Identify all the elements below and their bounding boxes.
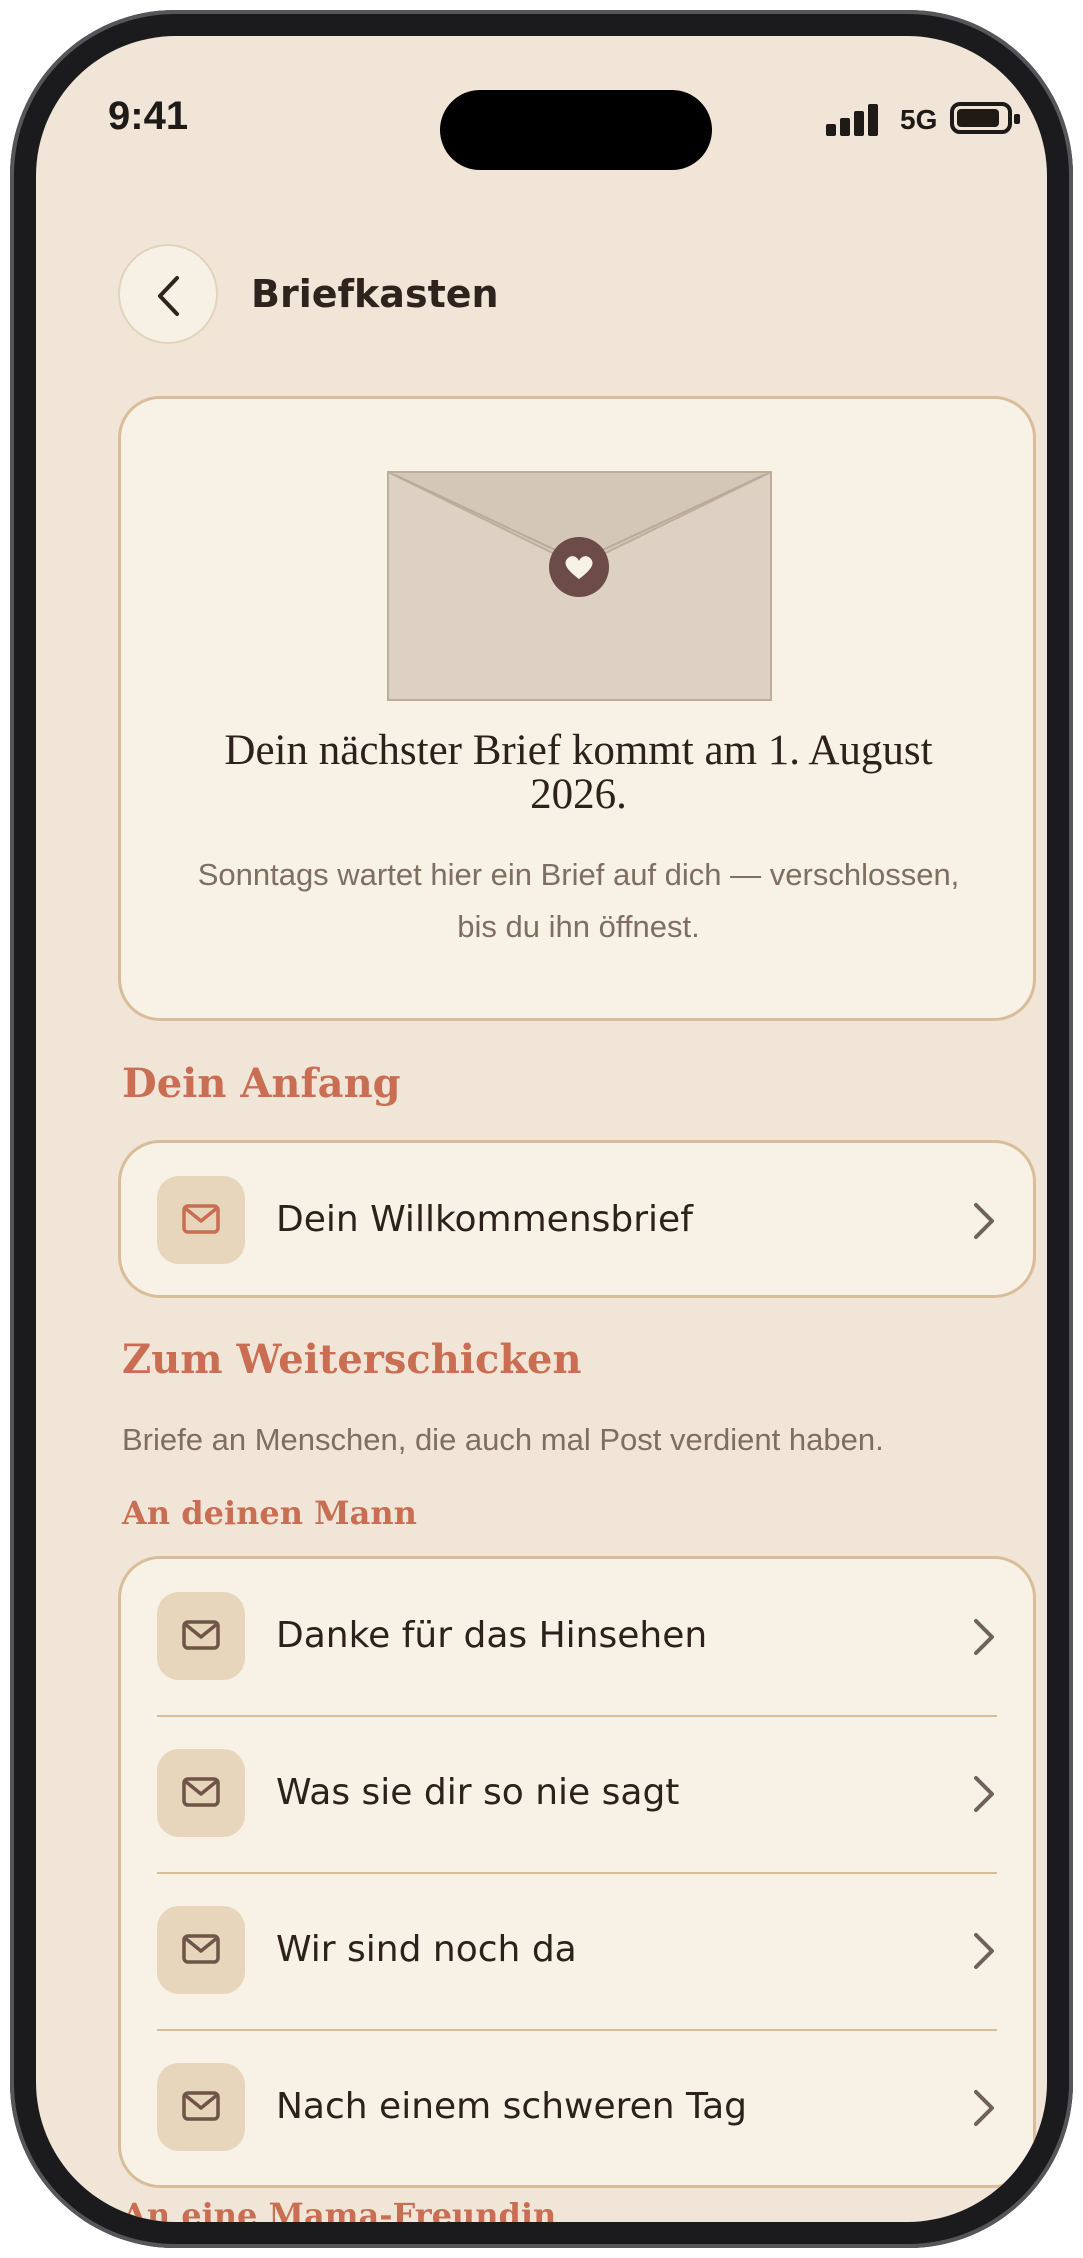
chevron-left-icon — [158, 276, 179, 316]
app-screen: 9:41 5G Briefkasten Dein nächster Brief … — [36, 36, 1047, 2222]
chevron-right-icon — [974, 1776, 994, 1812]
group-title-husband: An deinen Mann — [122, 1494, 417, 1532]
envelope-icon — [157, 1176, 245, 1264]
letter-title: Wir sind noch da — [276, 1929, 577, 1970]
status-time: 9:41 — [108, 94, 189, 138]
group-title-mama-friend: An eine Mama-Freundin — [122, 2196, 557, 2222]
chevron-right-icon — [974, 1203, 994, 1239]
phone-frame: 9:41 5G Briefkasten Dein nächster Brief … — [10, 10, 1073, 2248]
start-card: Dein Willkommensbrief — [118, 1140, 1036, 1298]
chevron-right-icon — [974, 1619, 994, 1655]
husband-letters-card: Danke für das Hinsehen Was sie dir so ni… — [118, 1556, 1036, 2188]
dynamic-island — [440, 90, 712, 170]
envelope-icon — [157, 1592, 245, 1680]
page-title: Briefkasten — [251, 272, 499, 316]
next-letter-card: Dein nächster Brief kommt am 1. August 2… — [118, 396, 1036, 1021]
sealed-envelope-illustration — [387, 471, 772, 701]
battery-icon — [950, 102, 1020, 134]
section-title-forward: Zum Weiterschicken — [122, 1336, 582, 1383]
letter-title: Was sie dir so nie sagt — [276, 1772, 680, 1813]
letter-title: Danke für das Hinsehen — [276, 1615, 708, 1656]
next-letter-date: Dein nächster Brief kommt am 1. August 2… — [224, 727, 933, 818]
heart-seal-icon — [549, 537, 609, 597]
envelope-icon — [157, 1749, 245, 1837]
signal-icon — [826, 104, 882, 136]
letter-row[interactable]: Was sie dir so nie sagt — [121, 1716, 1033, 1873]
section-title-start: Dein Anfang — [122, 1060, 401, 1107]
letter-row-welcome[interactable]: Dein Willkommensbrief — [121, 1143, 1033, 1300]
chevron-right-icon — [974, 1933, 994, 1969]
envelope-icon — [157, 2063, 245, 2151]
back-button[interactable] — [118, 244, 218, 344]
letter-title: Nach einem schweren Tag — [276, 2086, 747, 2127]
letter-row[interactable]: Wir sind noch da — [121, 1873, 1033, 2030]
envelope-icon — [157, 1906, 245, 1994]
letter-row[interactable]: Danke für das Hinsehen — [121, 1559, 1033, 1716]
network-label: 5G — [900, 104, 938, 135]
chevron-right-icon — [974, 2090, 994, 2126]
letter-row[interactable]: Nach einem schweren Tag — [121, 2030, 1033, 2187]
next-letter-hint: Sonntags wartet hier ein Brief auf dich … — [197, 857, 960, 944]
section-description: Briefe an Menschen, die auch mal Post ve… — [122, 1422, 884, 1457]
letter-title: Dein Willkommensbrief — [276, 1199, 693, 1240]
